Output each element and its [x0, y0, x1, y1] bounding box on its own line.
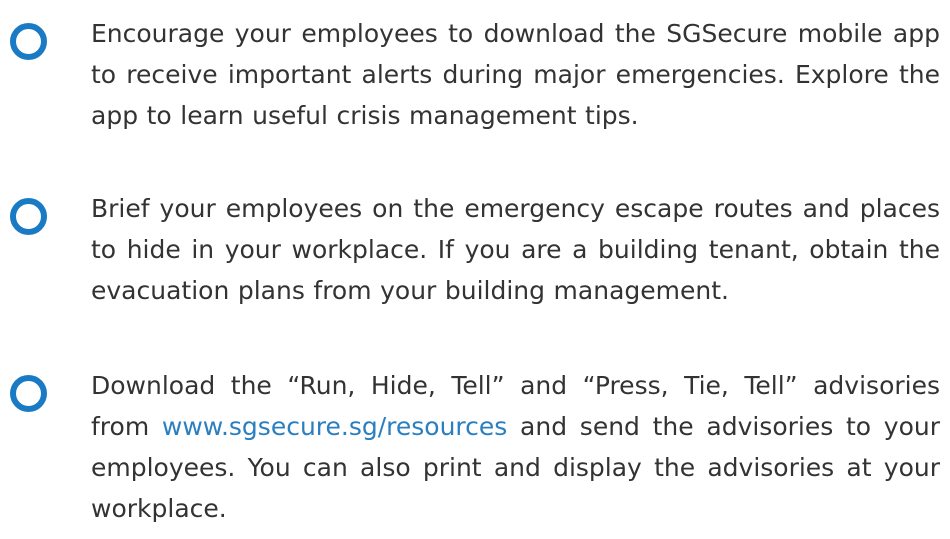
item-text: Encourage your employees to download the… [91, 19, 940, 130]
circle-bullet-icon [10, 198, 47, 235]
advisory-list: Encourage your employees to download the… [0, 0, 950, 539]
item-text: Brief your employees on the emergency es… [91, 194, 940, 305]
circle-bullet-icon [10, 375, 47, 412]
circle-bullet-icon [10, 23, 47, 60]
resources-link[interactable]: www.sgsecure.sg/resources [162, 412, 507, 441]
item-text: Download the “Run, Hide, Tell” and “Pres… [91, 365, 940, 529]
